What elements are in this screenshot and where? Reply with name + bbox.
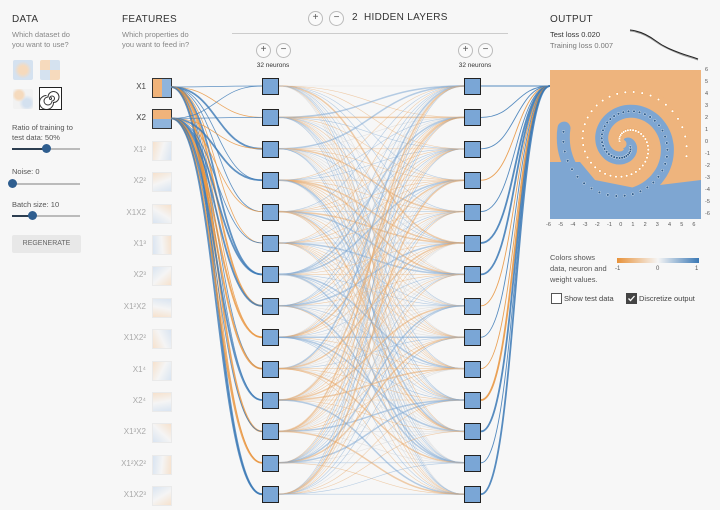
y-tick-label: 2: [705, 115, 709, 121]
neuron-layer1[interactable]: [262, 392, 279, 409]
connection-line: [170, 117, 263, 464]
y-tick-label: 1: [705, 127, 709, 133]
neuron-layer2[interactable]: [464, 454, 481, 472]
neuron-layer2[interactable]: [464, 172, 481, 190]
neuron-layer1[interactable]: [262, 235, 279, 252]
connection-line: [278, 85, 465, 433]
neuron-layer1[interactable]: [262, 78, 279, 95]
x-tick-label: -3: [582, 222, 588, 228]
neuron-layer1[interactable]: [262, 329, 279, 347]
connection-line: [170, 117, 263, 496]
neuron-layer2[interactable]: [464, 297, 481, 315]
connection-line: [480, 85, 551, 244]
neuron-layer2[interactable]: [464, 423, 481, 441]
x-tick-label: 4: [668, 222, 672, 228]
x-tick-label: -4: [570, 222, 576, 228]
x-tick-label: -5: [558, 222, 564, 228]
neuron-layer1[interactable]: [262, 486, 279, 504]
connection-line: [170, 117, 263, 370]
discretize-output-checkbox[interactable]: [626, 293, 637, 304]
x-tick-label: 6: [692, 222, 696, 228]
show-test-data-checkbox[interactable]: [551, 293, 562, 304]
y-tick-label: 5: [705, 79, 709, 85]
neuron-layer1[interactable]: [262, 140, 279, 158]
connection-line: [480, 85, 551, 433]
connection-line: [480, 85, 551, 464]
x-tick-label: -6: [546, 222, 551, 228]
legend-tick-neg: -1: [615, 266, 621, 272]
neuron-layer1[interactable]: [262, 266, 279, 284]
training-loss: Training loss 0.007: [550, 41, 614, 50]
y-tick-label: 0: [705, 139, 709, 145]
legend-line2: data, neuron and: [550, 264, 607, 273]
x-tick-label: -2: [594, 222, 600, 228]
neuron-layer2[interactable]: [464, 486, 481, 504]
x-tick-label: 1: [631, 222, 635, 228]
legend-line1: Colors shows: [550, 253, 596, 262]
x-tick-label: -1: [607, 222, 612, 228]
y-tick-label: -6: [705, 211, 710, 217]
neuron-layer2[interactable]: [464, 329, 481, 347]
discretize-output-label: Discretize output: [639, 294, 695, 303]
loss-curve-chart: [629, 29, 699, 61]
y-tick-label: 4: [705, 91, 709, 97]
x-tick-label: 2: [643, 222, 647, 228]
output-title: OUTPUT: [550, 14, 593, 25]
neuron-layer2[interactable]: [464, 109, 481, 127]
output-heatmap: [550, 70, 701, 219]
check-icon: [628, 295, 635, 302]
neuron-layer2[interactable]: [464, 203, 481, 221]
neuron-layer2[interactable]: [464, 78, 481, 95]
neuron-layer1[interactable]: [262, 454, 279, 472]
neuron-layer1[interactable]: [262, 203, 279, 221]
color-legend-bar: [617, 258, 699, 263]
x-tick-label: 0: [619, 222, 623, 228]
neuron-layer1[interactable]: [262, 172, 279, 190]
neuron-layer2[interactable]: [464, 360, 481, 378]
y-tick-label: -3: [705, 175, 710, 181]
x-tick-label: 5: [680, 222, 684, 228]
neuron-layer2[interactable]: [464, 392, 481, 409]
legend-tick-pos: 1: [695, 266, 699, 272]
neuron-layer1[interactable]: [262, 360, 279, 378]
connection-line: [278, 148, 465, 495]
x-tick-label: 3: [655, 222, 659, 228]
neuron-layer1[interactable]: [262, 423, 279, 441]
legend-tick-zero: 0: [656, 266, 660, 272]
connection-line: [480, 85, 551, 213]
y-tick-label: 6: [705, 67, 709, 73]
neuron-layer2[interactable]: [464, 235, 481, 252]
y-tick-label: 3: [705, 103, 709, 109]
neuron-layer1[interactable]: [262, 297, 279, 315]
y-tick-label: -5: [705, 199, 710, 205]
neuron-layer1[interactable]: [262, 109, 279, 127]
legend-line3: weight values.: [550, 275, 598, 284]
neuron-layer2[interactable]: [464, 266, 481, 284]
test-loss: Test loss 0.020: [550, 30, 601, 39]
show-test-data-label: Show test data: [564, 294, 614, 303]
y-tick-label: -2: [705, 163, 710, 169]
connection-line: [480, 85, 551, 370]
neuron-layer2[interactable]: [464, 140, 481, 158]
connection-line: [170, 117, 263, 401]
connection-line: [170, 117, 263, 276]
y-tick-label: -1: [705, 151, 710, 157]
color-legend-text: Colors shows data, neuron and weight val…: [550, 252, 607, 285]
y-tick-label: -4: [705, 187, 710, 193]
